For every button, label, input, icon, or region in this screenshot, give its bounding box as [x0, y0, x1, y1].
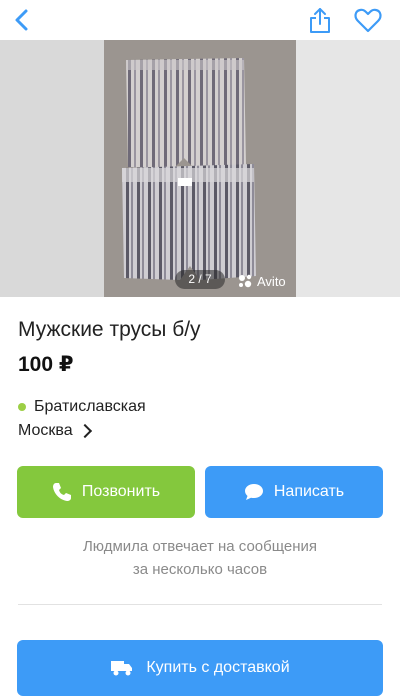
back-chevron-icon — [15, 9, 28, 31]
favorite-button[interactable] — [352, 4, 384, 36]
chevron-right-icon — [77, 423, 92, 439]
seller-reply-info-line1: Людмила отвечает на сообщения — [82, 538, 318, 555]
listing-price: 100 ₽ — [18, 353, 74, 376]
city-name: Москва — [18, 422, 73, 439]
listing-photo-image — [104, 40, 296, 297]
city-link[interactable]: Москва — [18, 422, 92, 440]
share-button[interactable] — [304, 4, 336, 36]
delivery-truck-icon — [111, 661, 133, 676]
seller-reply-info-line2: за несколько часов — [132, 561, 268, 578]
share-icon — [310, 8, 330, 33]
buy-with-delivery-button[interactable]: Купить с доставкой — [17, 640, 383, 696]
write-button-label: Написать — [273, 483, 345, 500]
avito-watermark: Avito — [238, 272, 286, 290]
phone-icon — [52, 483, 71, 501]
photo-gallery[interactable]: 2 / 7 Avito — [0, 40, 400, 297]
top-bar — [0, 0, 400, 40]
listing-title: Мужские трусы б/у — [18, 318, 201, 341]
next-photo-preview[interactable] — [296, 40, 400, 297]
metro-line-dot-icon — [18, 403, 26, 411]
buy-button-label: Купить с доставкой — [146, 659, 290, 676]
write-message-button[interactable]: Написать — [205, 466, 383, 518]
watermark-text: Avito — [257, 273, 286, 289]
heart-icon — [354, 8, 382, 33]
back-button[interactable] — [6, 4, 38, 36]
call-button-label: Позвонить — [81, 483, 161, 500]
metro-station: Братиславская — [18, 398, 146, 416]
photo-counter: 2 / 7 — [175, 270, 225, 289]
call-button[interactable]: Позвонить — [17, 466, 195, 518]
avito-logo-icon — [239, 274, 252, 288]
metro-station-name: Братиславская — [34, 398, 146, 415]
previous-photo-preview[interactable] — [0, 40, 104, 297]
divider — [18, 604, 382, 605]
listing-photo[interactable] — [104, 40, 296, 297]
chat-bubble-icon — [244, 484, 263, 500]
